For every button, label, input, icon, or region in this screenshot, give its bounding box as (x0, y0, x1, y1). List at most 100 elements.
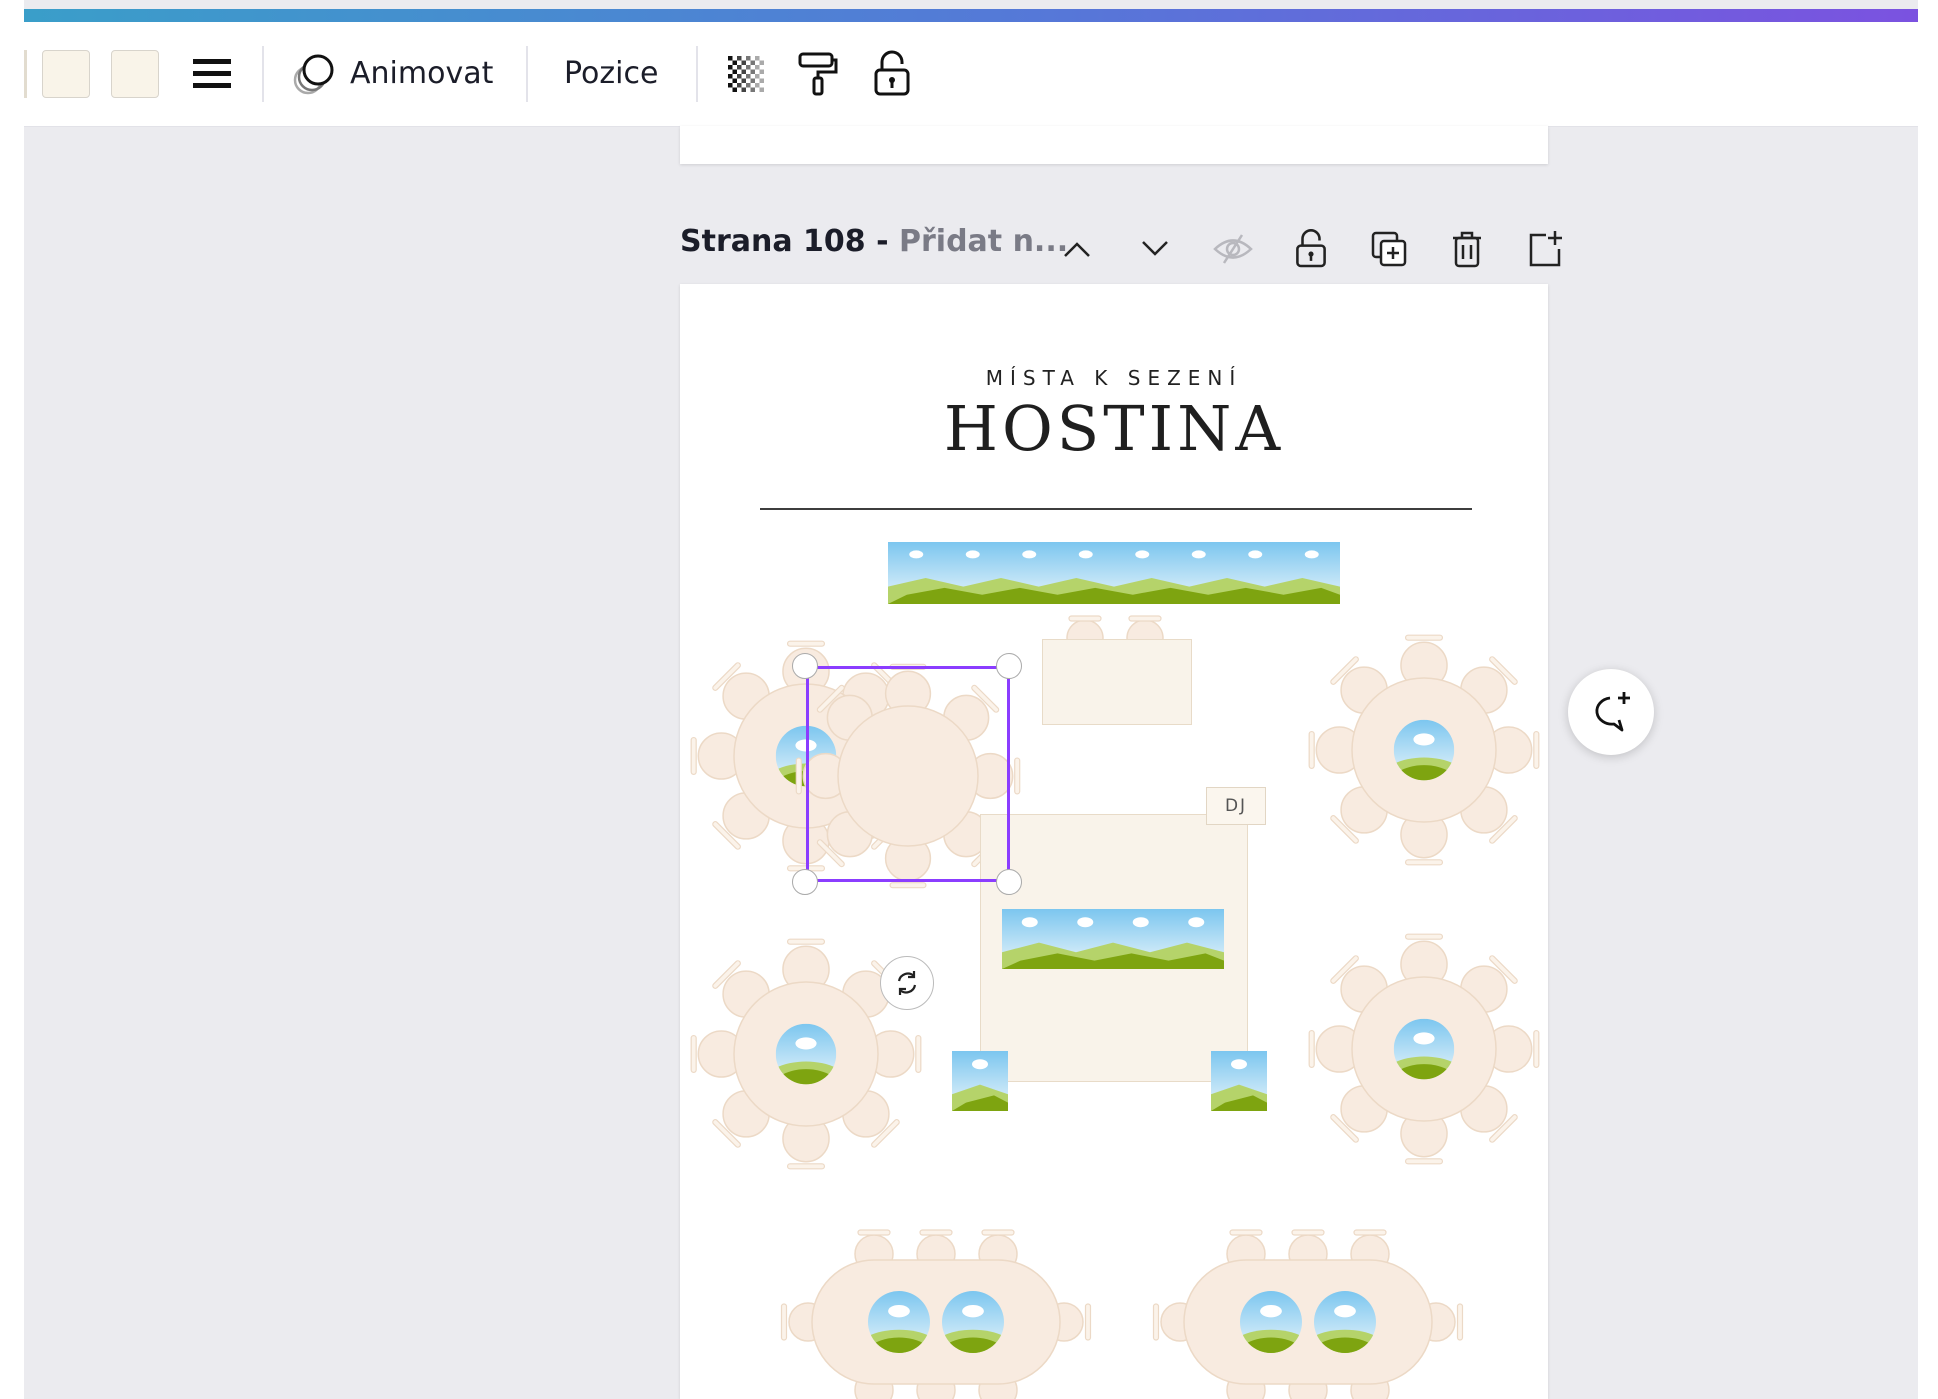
checker-square (737, 83, 742, 88)
checker-square (728, 83, 733, 88)
chair-back (795, 757, 802, 795)
dj-booth-label[interactable]: DJ (1206, 787, 1266, 825)
checker-square (728, 74, 733, 79)
position-button[interactable]: Pozice (564, 52, 658, 96)
checker-square (728, 65, 733, 70)
oval-table (1152, 1229, 1464, 1399)
chair-back (690, 1034, 697, 1074)
checker-square (732, 78, 737, 83)
resize-handle-top-left[interactable] (792, 653, 818, 679)
editor-app: Animovat Pozice Strana 108 - Přidat n... (24, 0, 1918, 1399)
chair-back (1404, 634, 1444, 641)
rotate-icon[interactable] (880, 956, 934, 1010)
chair-back (1533, 1029, 1540, 1069)
checker-square (737, 65, 742, 70)
chair-back (1084, 1303, 1092, 1341)
chair-back (1291, 1229, 1325, 1236)
chair-back (1404, 933, 1444, 940)
cloud (1191, 550, 1206, 559)
checker-square (750, 87, 755, 92)
add-page-icon[interactable] (1520, 224, 1570, 274)
cloud (1413, 1032, 1435, 1045)
checker-square (732, 87, 737, 92)
lock-icon[interactable] (1286, 224, 1336, 274)
checker-square (755, 74, 760, 79)
trash-icon[interactable] (1442, 224, 1492, 274)
checker-square (750, 60, 755, 65)
color-swatch-1[interactable] (42, 50, 90, 98)
element-toolbar: Animovat Pozice (24, 22, 1918, 127)
transparency-checker-icon[interactable] (718, 46, 774, 102)
chair-back (889, 882, 927, 889)
cloud (962, 1304, 984, 1318)
table-top (811, 1259, 1061, 1385)
add-comment-button[interactable] (1568, 669, 1654, 755)
chair-back (1014, 757, 1021, 795)
chevron-up-icon[interactable] (1052, 224, 1102, 274)
cloud (1135, 550, 1150, 559)
chair-back (1152, 1303, 1160, 1341)
checker-square (741, 69, 746, 74)
checker-square (746, 56, 751, 61)
cloud (888, 1304, 910, 1318)
checker-square (732, 60, 737, 65)
design-page[interactable]: MÍSTA K SEZENÍ HOSTINA DJ (680, 284, 1548, 1399)
previous-page (680, 126, 1548, 164)
checker-square (741, 78, 746, 83)
top-gradient-bar (24, 9, 1918, 22)
checker-square (737, 56, 742, 61)
checker-square (746, 74, 751, 79)
checker-square (759, 87, 764, 92)
chair-back (1308, 730, 1315, 770)
page-title: Strana 108 - Přidat n... (680, 224, 1068, 259)
dance-floor[interactable] (980, 814, 1248, 1082)
checker-square (737, 74, 742, 79)
chevron-down-icon[interactable] (1130, 224, 1180, 274)
toolbar-separator (262, 46, 264, 102)
cloud (1260, 1304, 1282, 1318)
cloud (965, 550, 980, 559)
cloud (1248, 550, 1263, 559)
cloud (1413, 733, 1435, 746)
checker-square (741, 87, 746, 92)
checker-square (750, 78, 755, 83)
page-header: Strana 108 - Přidat n... (680, 212, 1580, 282)
oval-table (780, 1229, 1092, 1399)
landscape-image (888, 542, 1340, 604)
chair-back (780, 1303, 788, 1341)
chair-back (1533, 730, 1540, 770)
checker-square (732, 69, 737, 74)
animate-icon[interactable] (286, 46, 342, 102)
chair-back (1128, 615, 1162, 622)
checker-square (755, 83, 760, 88)
eye-hidden-icon[interactable] (1208, 224, 1258, 274)
checker-square (759, 78, 764, 83)
page-title-input[interactable]: Přidat n... (899, 224, 1068, 259)
chair-back (690, 736, 697, 776)
chair-back (1068, 615, 1102, 622)
table-top (1183, 1259, 1433, 1385)
cloud (795, 1037, 817, 1050)
toolbar-edge-swatch (24, 50, 27, 98)
chair-back (919, 1229, 953, 1236)
head-table[interactable] (1042, 639, 1192, 725)
chair-back (786, 1163, 826, 1170)
chair-back (1353, 1229, 1387, 1236)
resize-handle-bottom-right[interactable] (996, 869, 1022, 895)
lock-icon[interactable] (864, 46, 920, 102)
chair-back (1404, 1158, 1444, 1165)
selection-box[interactable] (806, 666, 1010, 882)
duplicate-page-icon[interactable] (1364, 224, 1414, 274)
resize-handle-bottom-left[interactable] (792, 869, 818, 895)
resize-handle-top-right[interactable] (996, 653, 1022, 679)
chair-back (1404, 859, 1444, 866)
animate-button[interactable]: Animovat (350, 52, 493, 96)
paint-roller-icon[interactable] (790, 46, 846, 102)
add-comment-icon (1595, 692, 1630, 732)
checker-square (750, 69, 755, 74)
checker-square (728, 56, 733, 61)
align-lines-icon[interactable] (184, 46, 240, 102)
chair-back (1456, 1303, 1464, 1341)
chair-back (786, 938, 826, 945)
color-swatch-2[interactable] (111, 50, 159, 98)
